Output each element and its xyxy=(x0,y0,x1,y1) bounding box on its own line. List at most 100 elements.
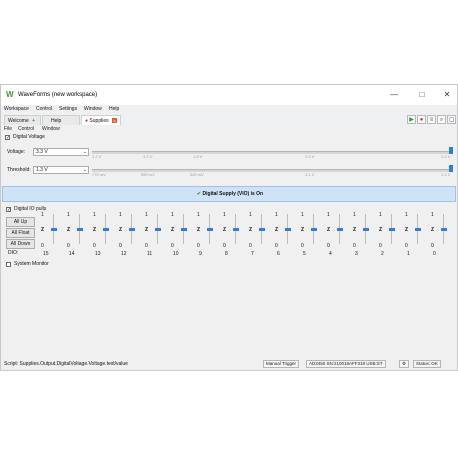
threshold-select[interactable]: 1.3 V ⌄ xyxy=(33,166,89,174)
dio-pull-float-value: Z xyxy=(327,227,331,233)
dio-pull-slider-4[interactable]: 1 Z 0 4 xyxy=(327,212,353,274)
dock-icon[interactable]: ▢ xyxy=(447,115,456,124)
status-ok[interactable]: Status: OK xyxy=(413,360,441,368)
manual-trigger-button[interactable]: Manual Trigger xyxy=(263,360,300,368)
dio-slider-thumb[interactable] xyxy=(233,228,239,231)
dio-pull-float-value: Z xyxy=(145,227,149,233)
dio-slider-thumb[interactable] xyxy=(77,228,83,231)
dio-id-label: 3 xyxy=(355,251,358,257)
system-monitor-checkbox[interactable] xyxy=(6,262,11,267)
search-icon[interactable]: ⌕ xyxy=(437,115,446,124)
dio-pull-up-value: 1 xyxy=(301,212,304,218)
dio-pull-slider-6[interactable]: 1 Z 0 6 xyxy=(275,212,301,274)
title-bar: W WaveForms (new workspace) — □ ✕ xyxy=(1,85,457,105)
dio-pull-slider-13[interactable]: 1 Z 0 13 xyxy=(93,212,119,274)
submenu-control[interactable]: Control xyxy=(18,126,34,133)
dio-pull-slider-0[interactable]: 1 Z 0 0 xyxy=(431,212,457,274)
dio-pull-up-value: 1 xyxy=(353,212,356,218)
voltage-select-value: 3.3 V xyxy=(36,149,48,155)
submenu-window[interactable]: Window xyxy=(42,126,60,133)
menu-window[interactable]: Window xyxy=(84,106,102,113)
digital-io-pulls-checkbox[interactable]: ✓ xyxy=(6,207,11,213)
dio-pull-down-value: 0 xyxy=(119,243,122,249)
dio-id-label: 12 xyxy=(121,251,127,257)
dio-pull-slider-2[interactable]: 1 Z 0 2 xyxy=(379,212,405,274)
dio-slider-thumb[interactable] xyxy=(259,228,265,231)
minimize-button[interactable]: — xyxy=(387,90,401,100)
dio-label: DIO: xyxy=(8,250,19,256)
digital-voltage-checkbox[interactable]: ✓ xyxy=(5,135,10,141)
menu-help[interactable]: Help xyxy=(109,106,119,113)
dio-pull-slider-1[interactable]: 1 Z 0 1 xyxy=(405,212,431,274)
tab-supplies[interactable]: ● Supplies x xyxy=(81,115,121,125)
dio-slider-thumb[interactable] xyxy=(207,228,213,231)
tab-welcome[interactable]: Welcome + xyxy=(4,115,41,125)
settings-icon[interactable]: ≡ xyxy=(427,115,436,124)
dio-pull-slider-10[interactable]: 1 Z 0 10 xyxy=(171,212,197,274)
device-settings-icon[interactable]: ⚙ xyxy=(399,360,409,368)
voltage-tick-4: 2.5 V xyxy=(305,154,315,159)
all-up-button[interactable]: All Up xyxy=(6,217,35,227)
dio-pull-slider-3[interactable]: 1 Z 0 3 xyxy=(353,212,379,274)
dio-slider-thumb[interactable] xyxy=(311,228,317,231)
dio-pull-down-value: 0 xyxy=(223,243,226,249)
dio-pull-up-value: 1 xyxy=(145,212,148,218)
dio-pull-down-value: 0 xyxy=(171,243,174,249)
threshold-slider-thumb[interactable] xyxy=(449,165,453,172)
waveforms-logo-icon: W xyxy=(6,90,14,99)
dio-pull-down-value: 0 xyxy=(249,243,252,249)
dio-slider-thumb[interactable] xyxy=(103,228,109,231)
close-button[interactable]: ✕ xyxy=(440,90,454,100)
dio-pull-slider-7[interactable]: 1 Z 0 7 xyxy=(249,212,275,274)
device-info[interactable]: AD3450 SN:210018AFF318 USB:ST xyxy=(306,360,386,368)
stop-icon[interactable]: ● xyxy=(417,115,426,124)
close-tab-icon[interactable]: x xyxy=(112,118,117,123)
dio-pull-slider-9[interactable]: 1 Z 0 9 xyxy=(197,212,223,274)
dio-slider-thumb[interactable] xyxy=(389,228,395,231)
all-down-button[interactable]: All Down xyxy=(6,239,35,249)
window-title: WaveForms (new workspace) xyxy=(18,92,98,98)
dio-pull-down-value: 0 xyxy=(353,243,356,249)
dio-slider-thumb[interactable] xyxy=(155,228,161,231)
dio-pull-up-value: 1 xyxy=(379,212,382,218)
dio-id-label: 2 xyxy=(381,251,384,257)
dio-pull-down-value: 0 xyxy=(379,243,382,249)
dio-id-label: 5 xyxy=(303,251,306,257)
add-tab-icon[interactable]: + xyxy=(32,118,35,124)
dio-pull-slider-12[interactable]: 1 Z 0 12 xyxy=(119,212,145,274)
dio-pull-up-value: 1 xyxy=(431,212,434,218)
voltage-label: Voltage: xyxy=(7,149,26,155)
dio-id-label: 8 xyxy=(225,251,228,257)
voltage-slider-thumb[interactable] xyxy=(449,147,453,154)
menu-control[interactable]: Control xyxy=(36,106,52,113)
dio-id-label: 15 xyxy=(43,251,49,257)
dio-pull-down-value: 0 xyxy=(301,243,304,249)
dio-slider-thumb[interactable] xyxy=(129,228,135,231)
maximize-button[interactable]: □ xyxy=(415,90,429,100)
all-float-button[interactable]: All Float xyxy=(6,228,35,238)
voltage-select[interactable]: 3.3 V ⌄ xyxy=(33,148,89,156)
system-monitor-label: System Monitor xyxy=(14,261,49,267)
dio-slider-thumb[interactable] xyxy=(337,228,343,231)
dio-pull-up-value: 1 xyxy=(119,212,122,218)
dio-pull-slider-11[interactable]: 1 Z 0 11 xyxy=(145,212,171,274)
dio-slider-thumb[interactable] xyxy=(441,228,447,231)
dio-pull-slider-8[interactable]: 1 Z 0 8 xyxy=(223,212,249,274)
check-icon: ✔ xyxy=(196,191,202,197)
dio-slider-thumb[interactable] xyxy=(51,228,57,231)
dio-slider-thumb[interactable] xyxy=(415,228,421,231)
menu-settings[interactable]: Settings xyxy=(59,106,77,113)
dio-pull-slider-5[interactable]: 1 Z 0 5 xyxy=(301,212,327,274)
dio-pull-slider-14[interactable]: 1 Z 0 14 xyxy=(67,212,93,274)
tab-help[interactable]: Help xyxy=(42,115,80,125)
run-icon[interactable]: ▶ xyxy=(407,115,416,124)
dio-slider-thumb[interactable] xyxy=(181,228,187,231)
dio-slider-thumb[interactable] xyxy=(363,228,369,231)
submenu-file[interactable]: File xyxy=(4,126,12,133)
dio-id-label: 10 xyxy=(173,251,179,257)
dio-pull-float-value: Z xyxy=(353,227,357,233)
threshold-tick-3: 920 mV xyxy=(190,172,204,177)
menu-workspace[interactable]: Workspace xyxy=(4,106,29,113)
dio-slider-thumb[interactable] xyxy=(285,228,291,231)
dio-id-label: 1 xyxy=(407,251,410,257)
